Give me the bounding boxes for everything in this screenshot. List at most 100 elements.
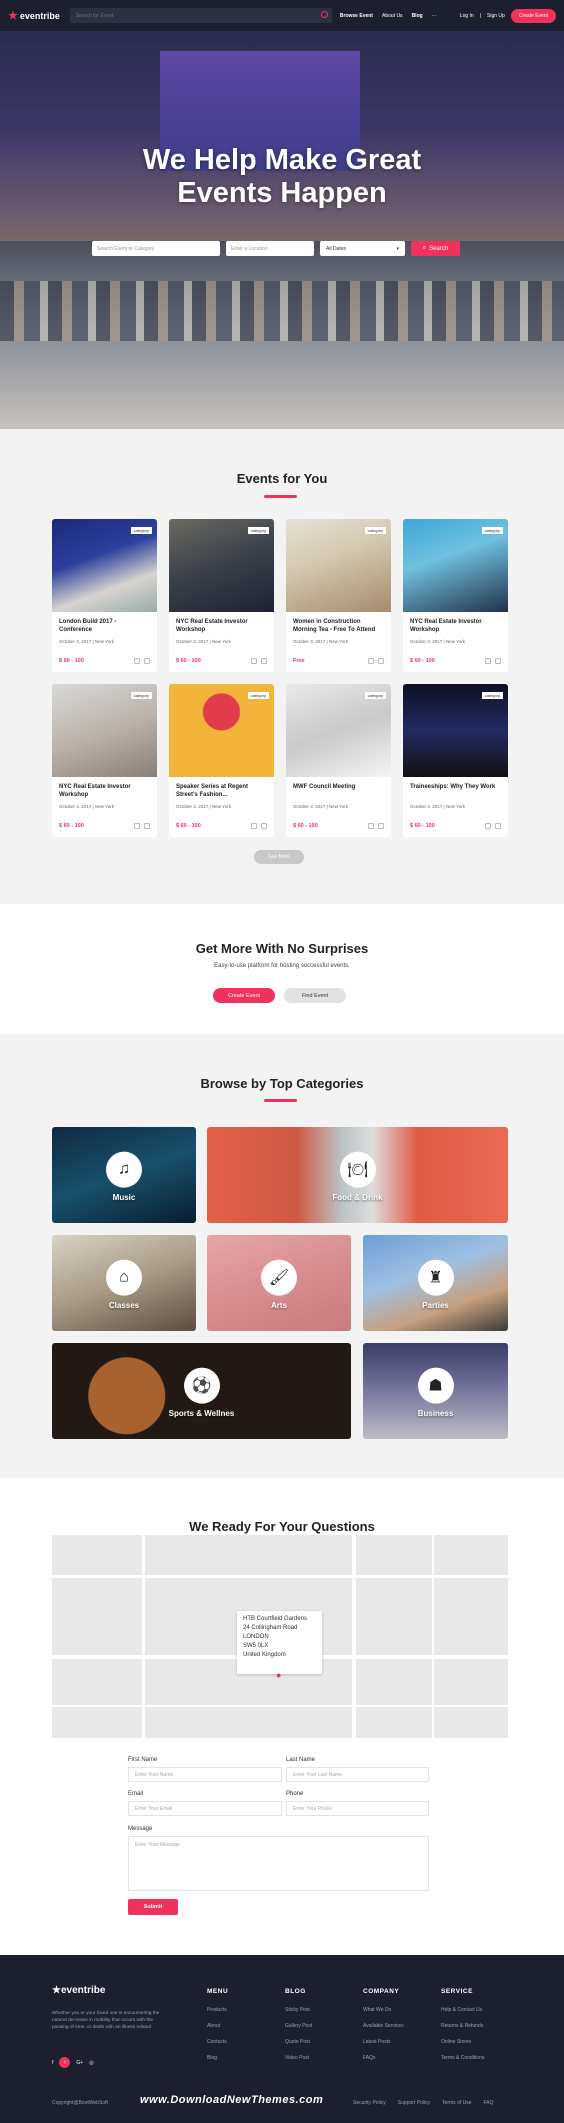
map-pin-icon[interactable]: ● [276,1670,281,1680]
bookmark-icon[interactable] [495,658,501,664]
event-card-title[interactable]: Speaker Series at Regent Street's Fashio… [176,784,267,799]
event-card-price: $ 60 - 100 [410,823,435,829]
event-card-title[interactable]: NYC Real Estate Investor Workshop [59,784,150,799]
bookmark-icon[interactable] [378,823,384,829]
event-card-title[interactable]: NYC Real Estate Investor Workshop [410,619,501,634]
footer-link[interactable]: Help & Contact Us [441,2007,484,2013]
login-link[interactable]: Log In [460,13,474,19]
footer-link[interactable]: About [207,2023,228,2029]
share-icon[interactable] [251,658,257,664]
share-icon[interactable] [368,658,374,664]
location-input[interactable]: Enter a Location [226,241,314,256]
footer-link[interactable]: Video Post [285,2055,312,2061]
first-name-input[interactable]: Enter Your Name [128,1767,282,1782]
event-search-input[interactable]: Search Event or Category [92,241,220,256]
nav-search[interactable] [69,8,332,23]
event-card[interactable]: category MWF Council Meeting October 3, … [286,684,391,837]
footer-link[interactable]: Quote Post [285,2039,312,2045]
google-plus-icon[interactable]: G+ [76,2060,83,2066]
share-icon[interactable] [485,658,491,664]
promo-find-event-button[interactable]: Find Event [284,988,346,1003]
footer-bottom-link[interactable]: Terms of Use [442,2100,471,2106]
email-input[interactable]: Enter Your Email [128,1801,282,1816]
nav-search-input[interactable] [69,12,310,19]
copyright-text: Copyright@BootWebSoft [52,2100,108,2106]
see-more-button[interactable]: See More [254,850,304,864]
footer-link[interactable]: Online Stores [441,2039,484,2045]
phone-input[interactable]: Enter Your Phone [286,1801,429,1816]
event-card[interactable]: category Speaker Series at Regent Street… [169,684,274,837]
event-card-title[interactable]: MWF Council Meeting [293,784,384,799]
footer-link[interactable]: Contacts [207,2039,228,2045]
event-card[interactable]: category NYC Real Estate Investor Worksh… [403,519,508,672]
business-icon: ☗ [417,1367,454,1404]
nav-link-browse-event[interactable]: Browse Event [340,13,373,19]
event-card[interactable]: category NYC Real Estate Investor Worksh… [169,519,274,672]
category-tile-food-drink[interactable]: 🍽 Food & Drink [207,1127,508,1223]
footer-link[interactable]: FAQs [363,2055,404,2061]
footer-link[interactable]: Products [207,2007,228,2013]
category-tile-business[interactable]: ☗ Business [363,1343,508,1439]
event-card-title[interactable]: NYC Real Estate Investor Workshop [176,619,267,634]
bookmark-icon[interactable] [261,658,267,664]
footer-link[interactable]: Gallery Post [285,2023,312,2029]
category-tile-parties[interactable]: ♜ Parties [363,1235,508,1331]
event-card-image: category [286,519,391,612]
event-card[interactable]: category Women in Construction Morning T… [286,519,391,672]
logo[interactable]: ★ eventribe [8,9,60,22]
hero-title-line2: Events Happen [177,177,387,209]
footer-link[interactable]: Available Services [363,2023,404,2029]
category-tile-music[interactable]: ♫ Music [52,1127,196,1223]
share-icon[interactable] [134,658,140,664]
event-card-title[interactable]: Women in Construction Morning Tea - Free… [293,619,384,634]
event-card[interactable]: category Traineeships: Why They Work Oct… [403,684,508,837]
twitter-icon[interactable]: t [59,2057,71,2068]
search-icon[interactable] [320,11,328,18]
signup-link[interactable]: Sign Up [487,13,505,19]
create-event-button[interactable]: Create Event [510,8,556,23]
category-label: Classes [108,1301,140,1310]
hero-crowd-detail [0,281,564,341]
category-tile-sports[interactable]: ⚽ Sports & Wellnes [52,1343,351,1439]
facebook-icon[interactable]: f [52,2060,53,2066]
submit-button[interactable]: Submit [128,1899,178,1915]
promo-create-event-button[interactable]: Create Event [213,988,275,1003]
nav-link-blog[interactable]: Blog [412,13,423,19]
nav-link-about[interactable]: About Us [382,13,403,19]
share-icon[interactable] [134,823,140,829]
event-card[interactable]: category London Build 2017 - Conference … [52,519,157,672]
share-icon[interactable] [251,823,257,829]
event-card-title[interactable]: Traineeships: Why They Work [410,784,501,799]
message-textarea[interactable]: Enter Your Message [128,1836,429,1891]
instagram-icon[interactable]: ◎ [89,2060,93,2066]
last-name-input[interactable]: Enter Your Last Name [286,1767,429,1782]
footer-bottom-link[interactable]: FAQ [484,2100,494,2106]
footer-link[interactable]: What We Do [363,2007,404,2013]
footer-link[interactable]: Blog [207,2055,228,2061]
footer-bottom-link[interactable]: Support Policy [398,2100,430,2106]
footer-link[interactable]: Latest Posts [363,2039,404,2045]
footer-bottom-link[interactable]: Security Policy [353,2100,386,2106]
bookmark-icon[interactable] [144,823,150,829]
hero-search-button[interactable]: ⌕ Search [411,241,460,256]
share-icon[interactable] [368,823,374,829]
bookmark-icon[interactable] [495,823,501,829]
bookmark-icon[interactable] [261,823,267,829]
footer-link[interactable]: Returns & Refunds [441,2023,484,2029]
event-card-price: $ 60 - 100 [410,658,435,664]
footer-logo[interactable]: ★eventribe [52,1985,105,1996]
footer-link[interactable]: Sticky Post [285,2007,312,2013]
logo-text: eventribe [19,10,60,21]
event-card-title[interactable]: London Build 2017 - Conference [59,619,150,634]
event-card[interactable]: category NYC Real Estate Investor Worksh… [52,684,157,837]
bookmark-icon[interactable] [144,658,150,664]
bookmark-icon[interactable] [378,658,384,664]
footer-link[interactable]: Terms & Conditions [441,2055,484,2061]
event-card-image: category [169,684,274,777]
share-icon[interactable] [485,823,491,829]
category-tile-classes[interactable]: ⌂ Classes [52,1235,196,1331]
category-tile-arts[interactable]: 🖌 Arts [207,1235,351,1331]
date-select[interactable]: All Dates ▾ [320,241,405,256]
footer-column-service: SERVICE Help & Contact Us Returns & Refu… [441,1988,484,2071]
nav-link-more[interactable]: ··· [432,13,437,19]
